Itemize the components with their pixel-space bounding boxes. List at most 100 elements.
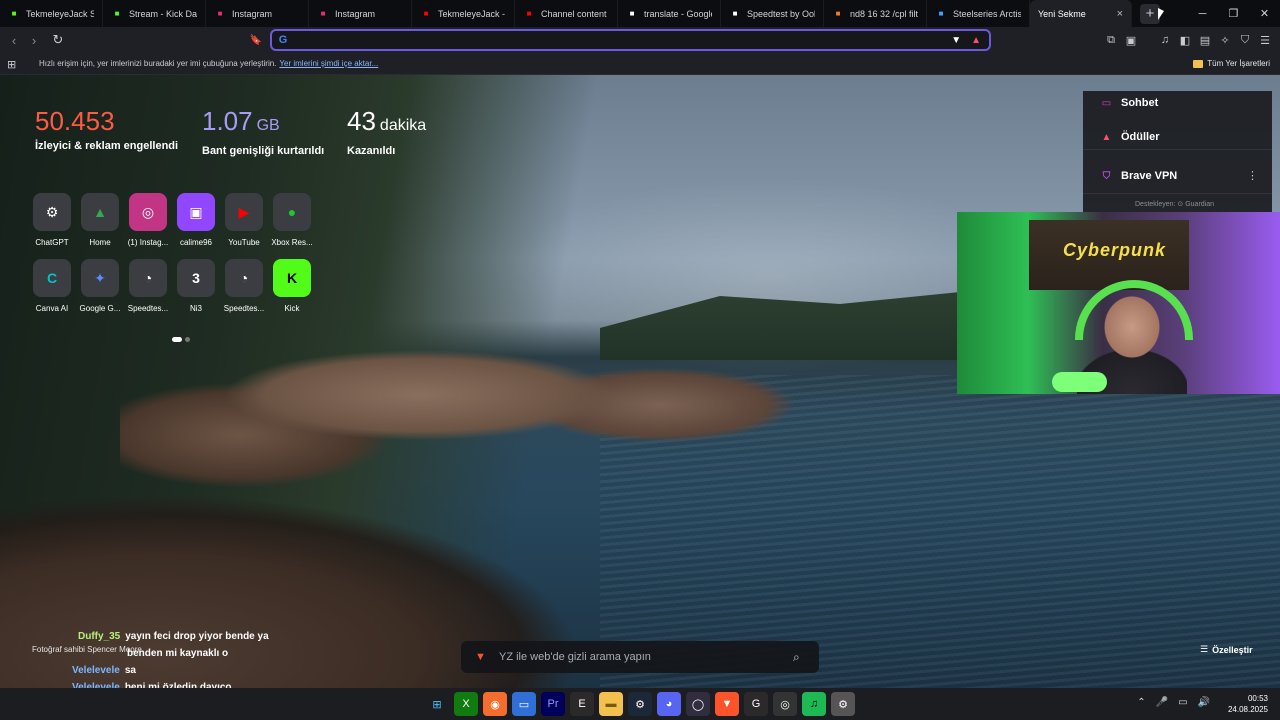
stat-value: 50.453 <box>35 105 202 137</box>
display-icon[interactable]: ▭ <box>1178 697 1187 708</box>
brave-shields-icon[interactable]: ▼ <box>951 35 961 46</box>
tab-search-icon[interactable]: ▣ <box>1124 30 1138 50</box>
top-site[interactable]: ▲ Home <box>76 193 124 247</box>
tab[interactable]: ■ Steelseries Arctis Fiy <box>927 0 1030 27</box>
tab[interactable]: ■ Speedtest by Ookla <box>721 0 824 27</box>
volume-icon[interactable]: 🔊 <box>1198 697 1210 708</box>
media-icon[interactable]: ♫ <box>1158 30 1172 50</box>
tab[interactable]: ■ Instagram <box>206 0 309 27</box>
tab-strip: ■ TekmeleyeJack Strea ■ Stream - Kick Dashb… <box>0 0 1280 27</box>
top-site[interactable]: 3 Ni3 <box>172 259 220 313</box>
search-icon[interactable]: ⌕ <box>793 650 807 665</box>
new-tab-button[interactable]: + <box>1140 3 1160 24</box>
photo-credit[interactable]: Fotoğraf sahibi Spencer Moore <box>32 645 142 654</box>
top-site-label: Speedtes... <box>223 304 265 313</box>
top-site[interactable]: ● Xbox Res... <box>268 193 316 247</box>
panel-item-ödüller[interactable]: ▲ Ödüller <box>1100 131 1160 143</box>
forward-button[interactable]: › <box>24 30 44 50</box>
wallet-icon[interactable]: ▤ <box>1198 30 1212 50</box>
top-site[interactable]: K Kick <box>268 259 316 313</box>
top-site[interactable]: ✦ Google G... <box>76 259 124 313</box>
chat-icon: ▭ <box>1101 97 1112 109</box>
google-drive-icon: ▲ <box>81 193 119 231</box>
discord-icon[interactable]: ◕ <box>657 692 681 716</box>
epic-games-icon[interactable]: E <box>570 692 594 716</box>
customize-label: Özelleştir <box>1212 644 1253 655</box>
search-input[interactable] <box>499 651 793 663</box>
steam-icon[interactable]: ⚙ <box>628 692 652 716</box>
top-site[interactable]: ▶ YouTube <box>220 193 268 247</box>
top-site[interactable]: ◎ (1) Instag... <box>124 193 172 247</box>
address-bar[interactable]: G ▼ ▲ <box>270 29 991 51</box>
top-site-label: YouTube <box>228 238 260 247</box>
url-input[interactable] <box>289 34 952 46</box>
maximize-button[interactable]: ❐ <box>1218 0 1249 27</box>
clock-date: 24.08.2025 <box>1227 705 1268 714</box>
tab[interactable]: ■ Channel content - Y <box>515 0 618 27</box>
microphone-icon[interactable]: 🎤 <box>1156 697 1168 708</box>
menu-icon[interactable]: ☰ <box>1258 30 1272 50</box>
speedtest-icon: ■ <box>732 9 738 18</box>
tab-label: nd8 16 32 /cpl filtre <box>850 8 918 19</box>
pager-dot[interactable] <box>185 337 190 342</box>
top-site[interactable]: ◔ Speedtes... <box>220 259 268 313</box>
minimize-button[interactable]: ─ <box>1187 0 1218 27</box>
settings-icon[interactable]: ⚙ <box>831 692 855 716</box>
tab[interactable]: ■ nd8 16 32 /cpl filtre <box>824 0 927 27</box>
clock[interactable]: 00:53 24.08.2025 <box>1228 693 1268 715</box>
back-button[interactable]: ‹ <box>4 30 24 50</box>
top-site[interactable]: ▣ calime96 <box>172 193 220 247</box>
tab[interactable]: ■ Instagram <box>309 0 412 27</box>
all-bookmarks-button[interactable]: Tüm Yer İşaretleri <box>1193 59 1270 68</box>
top-site[interactable]: ⚙ ChatGPT <box>28 193 76 247</box>
search-box[interactable]: ▼ ⌕ <box>461 641 819 673</box>
vpn-icon[interactable]: ⛉ <box>1238 30 1252 50</box>
customize-button[interactable]: ☰ Özelleştir <box>1200 644 1253 655</box>
close-tab-icon[interactable]: × <box>1117 8 1123 20</box>
apps-grid-icon[interactable]: ⊞ <box>7 58 19 71</box>
windows-start-icon[interactable]: ⊞ <box>425 692 449 716</box>
tab[interactable]: ■ Stream - Kick Dashb <box>103 0 206 27</box>
tab[interactable]: ■ translate - Google'd <box>618 0 721 27</box>
pager-dot-active[interactable] <box>172 337 182 342</box>
leo-ai-icon[interactable]: ✧ <box>1218 30 1232 50</box>
reload-button[interactable]: ↻ <box>48 30 68 50</box>
tab[interactable]: ■ TekmeleyeJack - Yo <box>412 0 515 27</box>
show-hidden-icons[interactable]: ⌃ <box>1137 697 1145 708</box>
extensions-icon[interactable]: ⧉ <box>1104 30 1118 50</box>
panel-item-brave-vpn[interactable]: ⛉ Brave VPN <box>1100 170 1178 182</box>
spotify-icon[interactable]: ♫ <box>802 692 826 716</box>
stat-value: 43 dakika <box>347 105 426 142</box>
bookmark-page-button[interactable]: 🔖 <box>246 30 266 50</box>
brave-stats: 50.453 İzleyici & reklam engellendi 1.07 GB… <box>35 105 426 157</box>
stat-caption: Kazanıldı <box>347 145 396 157</box>
sidebar-icon[interactable]: ◧ <box>1178 30 1192 50</box>
folder-icon[interactable]: ▬ <box>599 692 623 716</box>
chat-message: Duffy_35 yayın feci drop yiyor bende ya <box>78 631 269 642</box>
brave-rewards-icon[interactable]: ▲ <box>971 35 981 46</box>
chat-message: benden mi kaynaklı o <box>127 648 228 659</box>
ghub-icon[interactable]: G <box>744 692 768 716</box>
vpn-more-options-icon[interactable]: ⋮ <box>1247 169 1258 182</box>
import-bookmarks-link[interactable]: Yer imlerini şimdi içe aktar... <box>279 59 378 68</box>
chat-text: sa <box>124 665 136 676</box>
top-site[interactable]: C Canva AI <box>28 259 76 313</box>
premiere-icon[interactable]: Pr <box>541 692 565 716</box>
system-tray: ⌃ 🎤 ▭ 🔊 <box>1137 697 1210 708</box>
bookmarks-bar: ⊞ Hızlı erişim için, yer imlerinizi bura… <box>0 53 1280 75</box>
app-icon[interactable]: ◎ <box>773 692 797 716</box>
panel-item-sohbet[interactable]: ▭ Sohbet <box>1100 97 1159 109</box>
brave-icon[interactable]: ▼ <box>715 692 739 716</box>
youtube-icon: ▶ <box>225 193 263 231</box>
tab[interactable]: ■ TekmeleyeJack Strea <box>0 0 103 27</box>
gemini-icon: ✦ <box>81 259 119 297</box>
chat-message: Velelevele sa <box>72 665 136 676</box>
tab-active[interactable]: Yeni Sekme × <box>1030 0 1132 27</box>
obs-icon[interactable]: ◯ <box>686 692 710 716</box>
monitor-icon[interactable]: ▭ <box>512 692 536 716</box>
vpn-icon: ⛉ <box>1102 170 1111 182</box>
close-window-button[interactable]: ✕ <box>1249 0 1280 27</box>
top-site[interactable]: ◔ Speedtes... <box>124 259 172 313</box>
origin-icon[interactable]: ◉ <box>483 692 507 716</box>
xbox-icon[interactable]: X <box>454 692 478 716</box>
